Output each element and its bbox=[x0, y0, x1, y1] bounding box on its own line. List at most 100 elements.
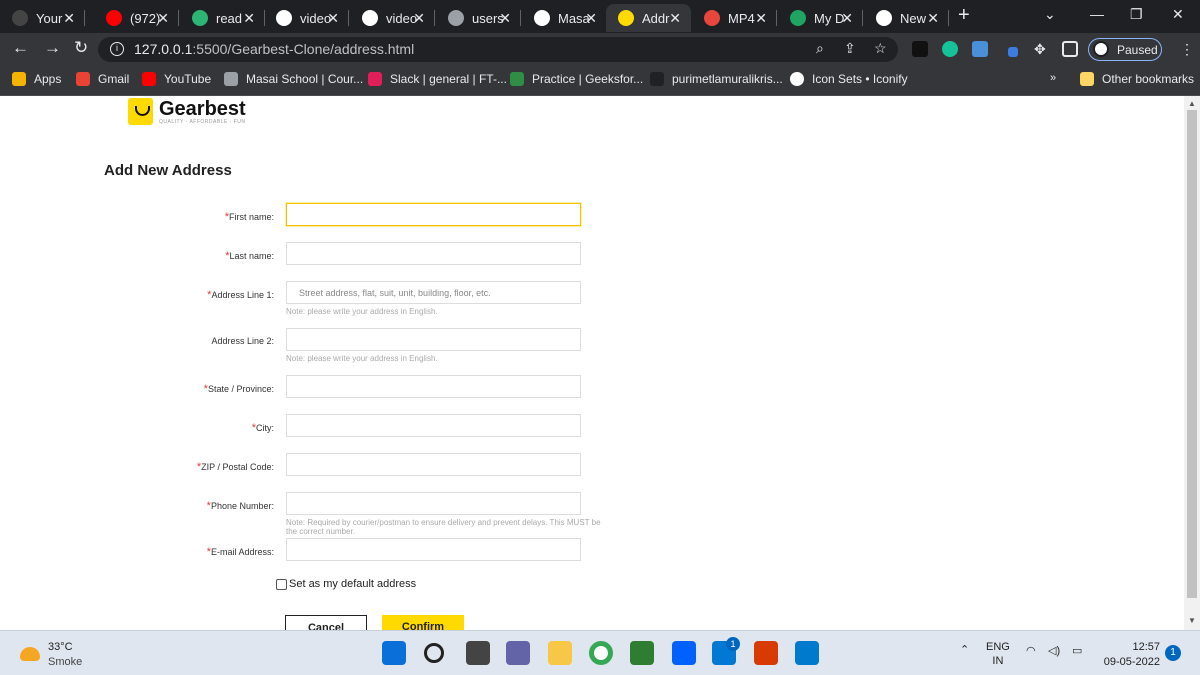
address-input[interactable] bbox=[286, 328, 581, 351]
browser-tab[interactable]: Addr ✕ bbox=[606, 4, 691, 32]
default-address-checkbox[interactable] bbox=[276, 578, 287, 590]
tab-close-icon[interactable]: ✕ bbox=[157, 10, 169, 27]
avatar bbox=[1093, 41, 1109, 57]
notification-badge[interactable]: 1 bbox=[1165, 645, 1181, 661]
task-view-icon[interactable] bbox=[466, 641, 490, 665]
tab-separator bbox=[862, 10, 863, 26]
language-indicator[interactable]: ENG IN bbox=[986, 640, 1010, 668]
address-input[interactable] bbox=[286, 492, 581, 515]
wifi-icon[interactable]: ◠ bbox=[1026, 644, 1036, 658]
apps-grid-icon bbox=[12, 72, 26, 86]
address-input[interactable] bbox=[286, 242, 581, 265]
new-tab-button[interactable]: + bbox=[958, 4, 970, 27]
tab-close-icon[interactable]: ✕ bbox=[841, 10, 853, 27]
address-input[interactable]: Street address, flat, suit, unit, buildi… bbox=[286, 281, 581, 304]
scroll-up-icon[interactable]: ▲ bbox=[1188, 99, 1196, 108]
bookmark-item[interactable]: purimetlamuralikris... bbox=[650, 72, 783, 86]
dropbox-icon[interactable] bbox=[672, 641, 696, 665]
bookmark-item[interactable]: Apps bbox=[12, 72, 61, 86]
teams-chat-icon[interactable] bbox=[506, 641, 530, 665]
more-bookmarks-icon[interactable]: » bbox=[1050, 72, 1056, 84]
browser-tab[interactable]: My D ✕ bbox=[778, 4, 863, 32]
pen-extension-icon[interactable] bbox=[1008, 47, 1018, 57]
other-bookmarks[interactable]: Other bookmarks bbox=[1080, 72, 1194, 86]
browser-tab[interactable]: Masa ✕ bbox=[522, 4, 607, 32]
site-info-icon[interactable]: i bbox=[110, 42, 124, 56]
default-address-checkbox-row[interactable]: Set as my default address bbox=[276, 578, 416, 590]
lang-secondary: IN bbox=[992, 655, 1004, 667]
cancel-button[interactable]: Cancel bbox=[285, 615, 367, 630]
office-icon[interactable] bbox=[754, 641, 778, 665]
minimize-icon[interactable]: — bbox=[1090, 6, 1104, 22]
search-icon[interactable] bbox=[424, 643, 444, 663]
bookmark-star-icon[interactable]: ☆ bbox=[874, 40, 887, 57]
scroll-down-icon[interactable]: ▼ bbox=[1188, 616, 1196, 625]
bookmark-item[interactable]: Slack | general | FT-... bbox=[368, 72, 507, 86]
tab-close-icon[interactable]: ✕ bbox=[499, 10, 511, 27]
profile-button[interactable]: Paused bbox=[1088, 38, 1162, 61]
bookmark-item[interactable]: YouTube bbox=[142, 72, 211, 86]
tab-favicon-icon bbox=[618, 10, 634, 26]
bookmark-item[interactable]: Gmail bbox=[76, 72, 129, 86]
address-input[interactable] bbox=[286, 414, 581, 437]
start-icon[interactable] bbox=[382, 641, 406, 665]
tab-close-icon[interactable]: ✕ bbox=[327, 10, 339, 27]
vscode-icon[interactable] bbox=[795, 641, 819, 665]
tab-search-icon[interactable]: ⌄ bbox=[1044, 6, 1056, 23]
address-input[interactable] bbox=[286, 375, 581, 398]
volume-icon[interactable]: ◁) bbox=[1048, 644, 1060, 658]
tab-favicon-icon bbox=[790, 10, 806, 26]
back-icon[interactable]: ← bbox=[12, 38, 29, 58]
puzzle-icon[interactable]: ✥ bbox=[1034, 41, 1046, 58]
address-input[interactable] bbox=[286, 203, 581, 226]
address-input[interactable] bbox=[286, 538, 581, 561]
browser-tab[interactable]: users ✕ bbox=[436, 4, 521, 32]
browser-tab[interactable]: Your ✕ bbox=[0, 4, 85, 32]
windows-taskbar: 33°C Smoke 1 ⌃ ENG IN ◠ ◁) ▭ 12:57 09-05-… bbox=[0, 630, 1200, 675]
bookmark-item[interactable]: Masai School | Cour... bbox=[224, 72, 363, 86]
show-hidden-icons-icon[interactable]: ⌃ bbox=[960, 643, 969, 657]
tab-close-icon[interactable]: ✕ bbox=[63, 10, 75, 27]
tab-close-icon[interactable]: ✕ bbox=[927, 10, 939, 27]
reload-icon[interactable]: ↻ bbox=[74, 38, 88, 58]
side-panel-icon[interactable] bbox=[1062, 41, 1078, 57]
tab-favicon-icon bbox=[362, 10, 378, 26]
confirm-button[interactable]: Confirm bbox=[382, 615, 464, 630]
extension-icon[interactable] bbox=[912, 41, 928, 57]
browser-tab[interactable]: MP4 ✕ bbox=[692, 4, 777, 32]
clock[interactable]: 12:57 09-05-2022 bbox=[1096, 640, 1160, 670]
bookmark-label: Icon Sets • Iconify bbox=[812, 72, 908, 86]
url-text[interactable]: 127.0.0.1:5500/Gearbest-Clone/address.ht… bbox=[134, 41, 414, 57]
tab-close-icon[interactable]: ✕ bbox=[669, 10, 681, 27]
forward-icon[interactable]: → bbox=[44, 38, 61, 58]
battery-icon[interactable]: ▭ bbox=[1072, 644, 1082, 658]
tab-favicon-icon bbox=[704, 10, 720, 26]
file-explorer-icon[interactable] bbox=[548, 641, 572, 665]
close-window-icon[interactable]: ✕ bbox=[1172, 6, 1184, 23]
address-bar[interactable]: i 127.0.0.1:5500/Gearbest-Clone/address.… bbox=[98, 37, 898, 62]
browser-tab[interactable]: video ✕ bbox=[264, 4, 349, 32]
store-icon[interactable] bbox=[630, 641, 654, 665]
browser-menu-icon[interactable]: ⋮ bbox=[1180, 41, 1194, 58]
share-icon[interactable]: ⇪ bbox=[844, 40, 856, 57]
scroll-thumb[interactable] bbox=[1187, 110, 1197, 598]
grammarly-icon[interactable] bbox=[942, 41, 958, 57]
page-scrollbar[interactable]: ▲ ▼ bbox=[1184, 96, 1200, 630]
clock-date: 09-05-2022 bbox=[1103, 656, 1160, 668]
zoom-icon[interactable]: ⌕ bbox=[816, 40, 824, 57]
tab-close-icon[interactable]: ✕ bbox=[243, 10, 255, 27]
tab-close-icon[interactable]: ✕ bbox=[755, 10, 767, 27]
browser-tab[interactable]: New ✕ bbox=[864, 4, 949, 32]
tab-close-icon[interactable]: ✕ bbox=[413, 10, 425, 27]
browser-tab[interactable]: read ✕ bbox=[180, 4, 265, 32]
screen-capture-icon[interactable] bbox=[972, 41, 988, 57]
restore-icon[interactable]: ❐ bbox=[1130, 6, 1143, 23]
lang-primary: ENG bbox=[986, 641, 1010, 653]
address-input[interactable] bbox=[286, 453, 581, 476]
chrome-icon[interactable] bbox=[589, 641, 613, 665]
browser-tab[interactable]: (972) ✕ bbox=[94, 4, 179, 32]
bookmark-item[interactable]: Practice | Geeksfor... bbox=[510, 72, 643, 86]
bookmark-item[interactable]: Icon Sets • Iconify bbox=[790, 72, 908, 86]
browser-tab[interactable]: video ✕ bbox=[350, 4, 435, 32]
tab-close-icon[interactable]: ✕ bbox=[585, 10, 597, 27]
